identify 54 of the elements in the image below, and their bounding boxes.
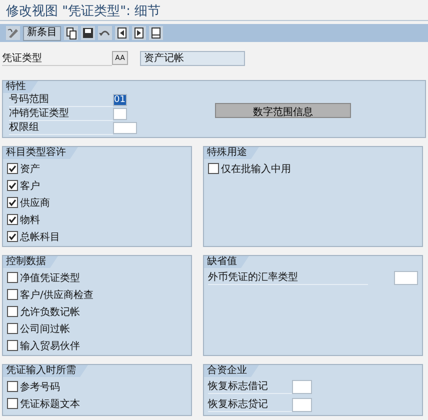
checkbox-label: 物料	[20, 214, 40, 226]
checkbox[interactable]	[7, 272, 18, 283]
checkbox[interactable]	[7, 398, 18, 409]
checkbox-label: 资产	[20, 162, 40, 176]
checkbox[interactable]	[7, 306, 18, 317]
checkbox-label: 净值凭证类型	[20, 272, 80, 284]
input-field[interactable]	[394, 271, 418, 285]
number-range-button[interactable]: 数字范围信息	[215, 103, 351, 118]
input-field[interactable]	[113, 108, 127, 120]
input-field[interactable]: 01	[113, 94, 127, 106]
checkbox[interactable]	[7, 289, 18, 300]
field-label: 冲销凭证类型	[9, 108, 113, 120]
checkbox-label: 凭证标题文本	[20, 398, 80, 410]
input-field[interactable]	[292, 380, 312, 394]
group-title: 科目类型容许	[3, 147, 78, 159]
field-label: 号码范围	[9, 94, 113, 106]
checkbox-label: 总帐科目	[20, 230, 60, 244]
new-entries-button[interactable]: 新条目	[23, 26, 61, 40]
window-title: 修改视图 "凭证类型": 细节	[0, 0, 428, 21]
previous-page-icon[interactable]	[115, 26, 129, 40]
input-field[interactable]	[113, 122, 137, 134]
checkbox-label: 供应商	[20, 196, 50, 210]
checkbox[interactable]	[7, 214, 18, 225]
checkbox-label: 允许负数记帐	[20, 306, 80, 318]
checkbox-label: 输入贸易伙伴	[20, 340, 80, 352]
group-title: 凭证输入时所需	[3, 365, 88, 377]
group-title: 特性	[3, 81, 38, 93]
checkbox-label: 客户/供应商检查	[20, 288, 94, 302]
checkbox-label: 公司间过帐	[20, 322, 70, 336]
save-icon[interactable]	[81, 26, 95, 40]
checkbox[interactable]	[7, 323, 18, 334]
pen-icon[interactable]	[6, 26, 20, 40]
group-title: 缺省值	[204, 256, 249, 268]
checkbox[interactable]	[7, 180, 18, 191]
checkbox[interactable]	[7, 340, 18, 351]
group-title: 合资企业	[204, 365, 259, 377]
description-field[interactable]: 资产记帐	[140, 50, 245, 66]
checkbox-label: 仅在批输入中用	[221, 162, 291, 176]
undo-icon[interactable]	[98, 26, 112, 40]
group-title: 特殊用途	[204, 147, 259, 159]
checkbox[interactable]	[7, 231, 18, 242]
checkbox[interactable]	[208, 163, 219, 174]
checkbox-label: 客户	[20, 180, 40, 192]
input-field[interactable]	[292, 398, 312, 412]
field-label: 外币凭证的汇率类型	[208, 272, 368, 284]
checkbox-label: 参考号码	[20, 380, 60, 394]
group-title: 控制数据	[3, 256, 58, 268]
checkbox[interactable]	[7, 381, 18, 392]
checkbox[interactable]	[7, 197, 18, 208]
next-page-icon[interactable]	[132, 26, 146, 40]
copy-icon[interactable]	[64, 26, 78, 40]
document-icon[interactable]	[149, 26, 163, 40]
field-label: 权限组	[9, 122, 113, 134]
checkbox[interactable]	[7, 163, 18, 174]
